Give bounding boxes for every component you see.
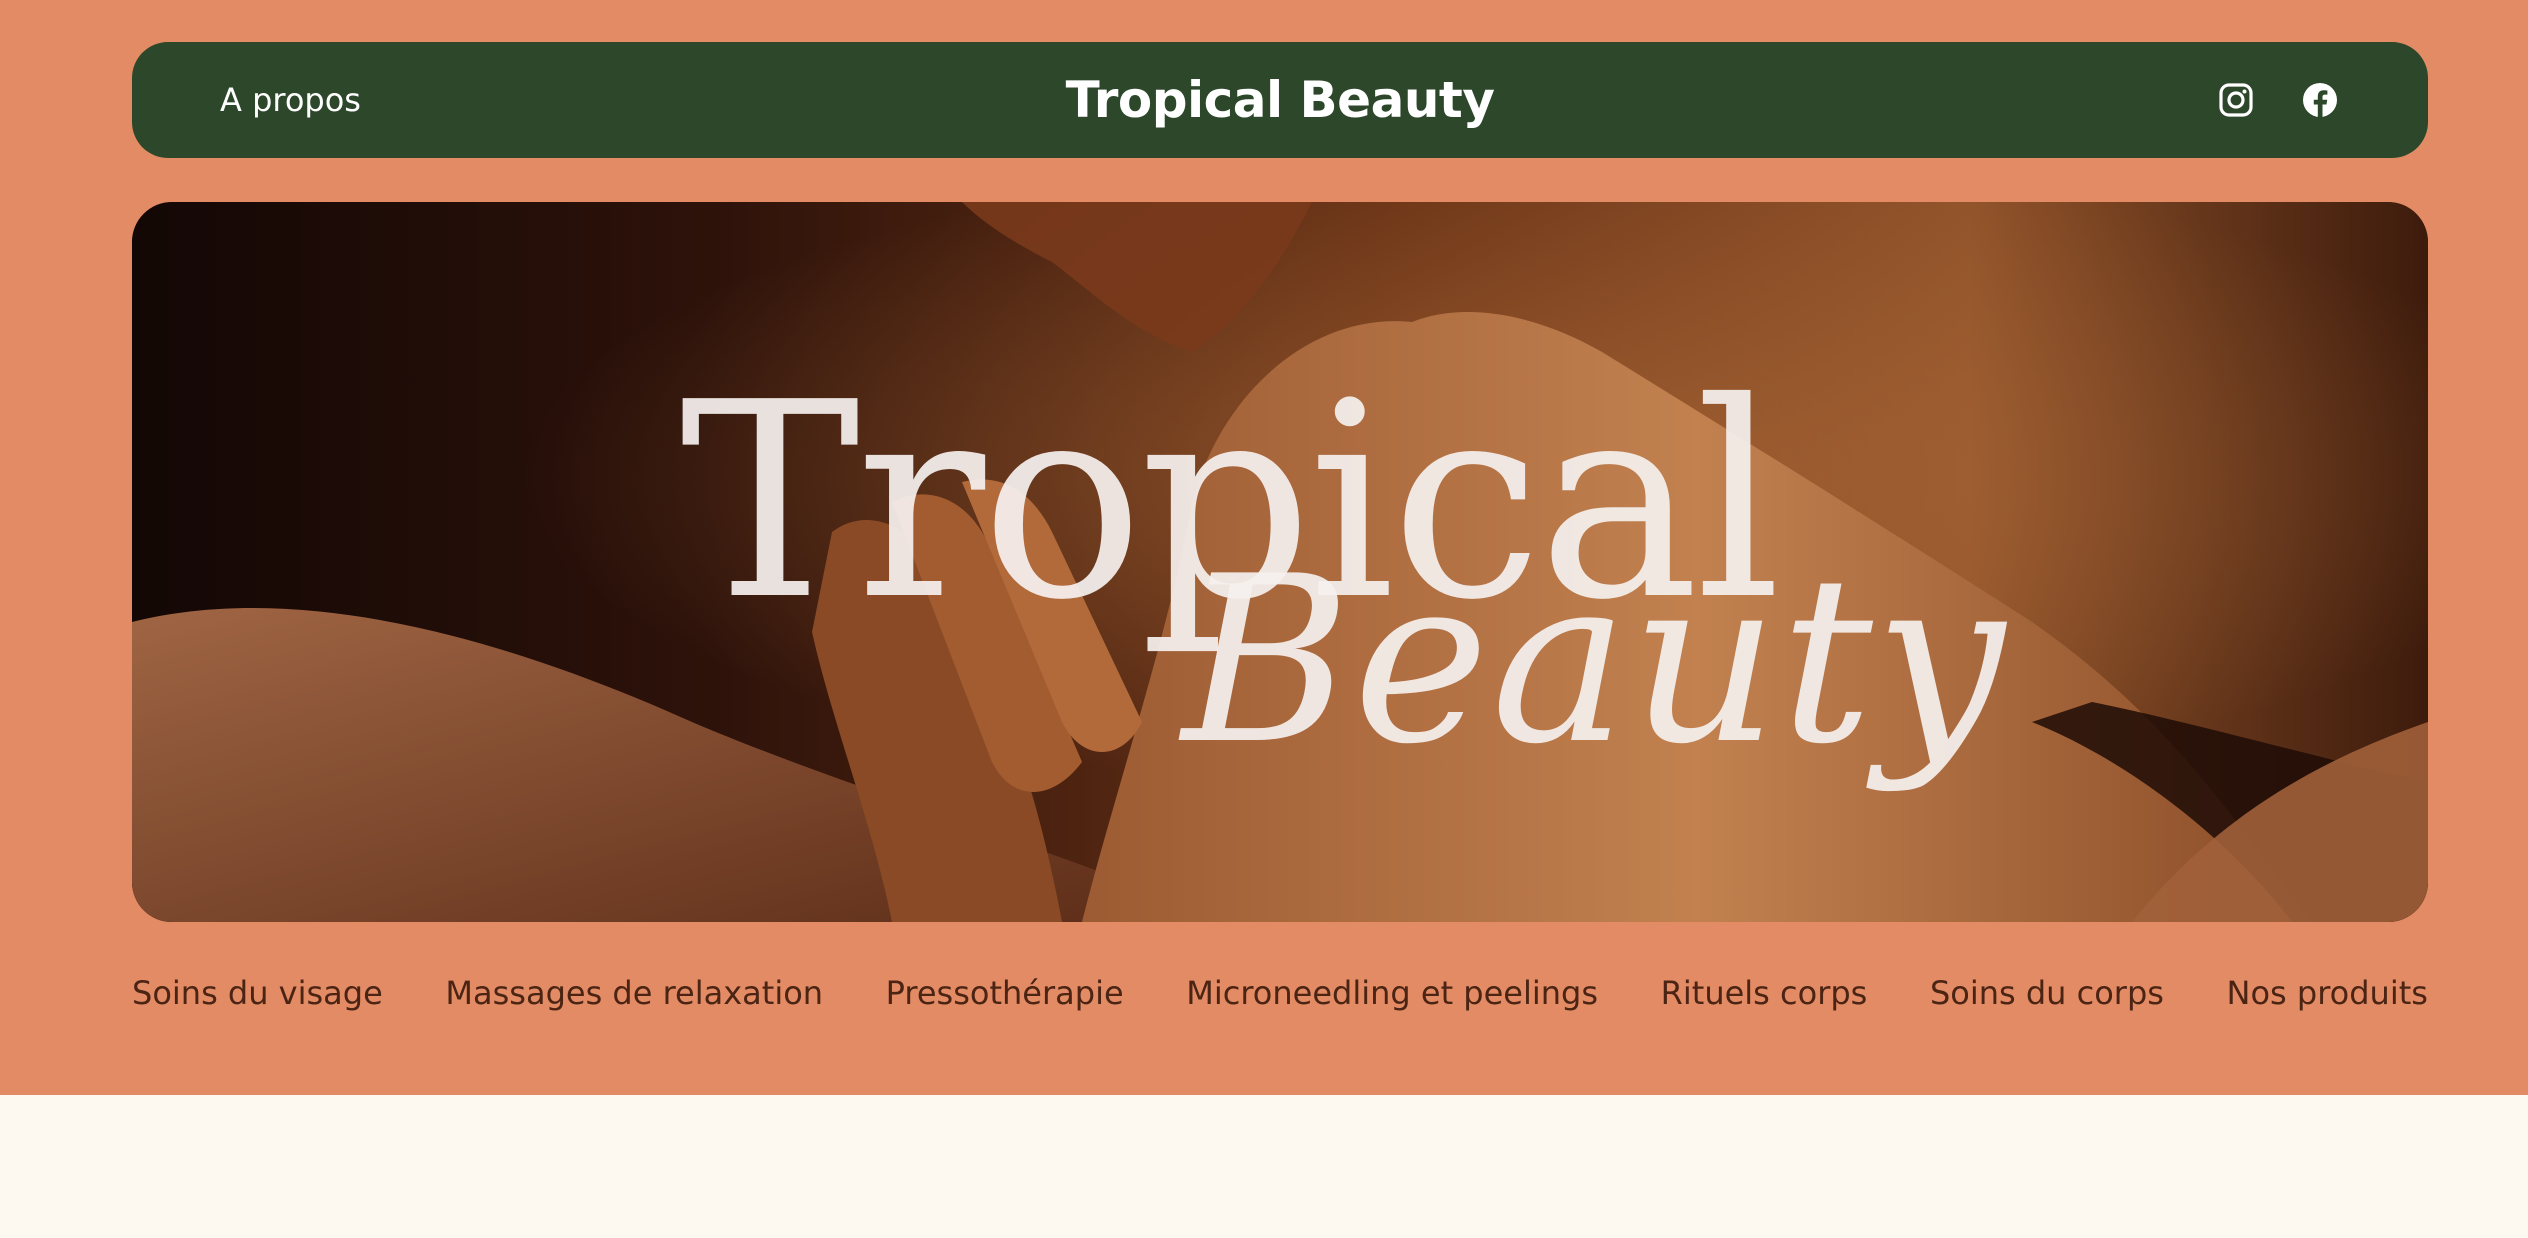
hero-banner: Tropical Beauty [132, 202, 2428, 922]
brand-title[interactable]: Tropical Beauty [132, 68, 2428, 132]
hero-logo-beauty: Beauty [1182, 528, 2007, 795]
category-nos-produits[interactable]: Nos produits [2227, 971, 2428, 1015]
category-massages-de-relaxation[interactable]: Massages de relaxation [445, 971, 823, 1015]
category-nav: Soins du visage Massages de relaxation P… [132, 968, 2428, 1018]
category-pressotherapie[interactable]: Pressothérapie [886, 971, 1124, 1015]
top-band: A propos Tropical Beauty Tropical Beauty… [0, 0, 2528, 1095]
category-soins-du-visage[interactable]: Soins du visage [132, 971, 383, 1015]
navbar: A propos Tropical Beauty [132, 42, 2428, 158]
instagram-icon[interactable] [2216, 80, 2256, 120]
category-microneedling-et-peelings[interactable]: Microneedling et peelings [1186, 971, 1598, 1015]
category-rituels-corps[interactable]: Rituels corps [1661, 971, 1868, 1015]
category-soins-du-corps[interactable]: Soins du corps [1930, 971, 2164, 1015]
facebook-icon[interactable] [2300, 80, 2340, 120]
